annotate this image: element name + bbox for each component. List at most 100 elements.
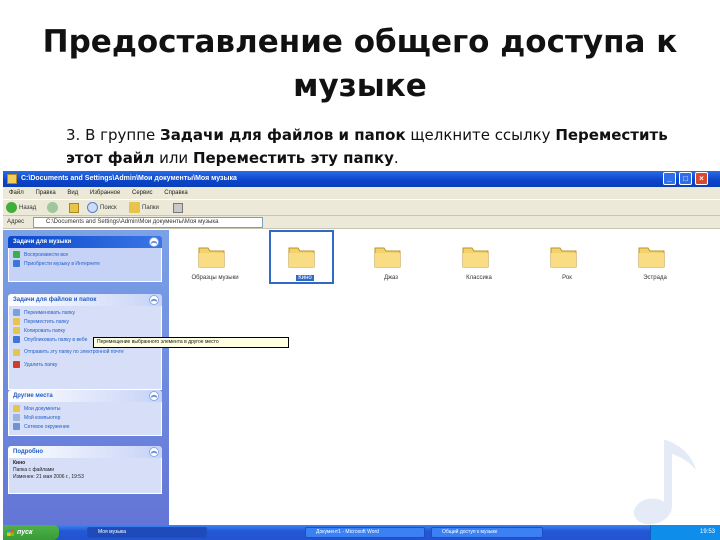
menu-tools[interactable]: Сервис bbox=[132, 187, 153, 199]
folder-label: Кино bbox=[265, 275, 345, 281]
folder-icon bbox=[288, 247, 315, 268]
file-tasks-header[interactable]: Задачи для файлов и папок ︽ bbox=[8, 294, 162, 306]
file-tasks-title: Задачи для файлов и папок bbox=[13, 297, 97, 303]
folder-icon bbox=[462, 247, 489, 268]
folder-item[interactable]: Образцы музыки bbox=[175, 230, 255, 288]
folder-icon bbox=[7, 174, 17, 184]
start-button[interactable]: пуск bbox=[3, 525, 59, 540]
taskbar: пуск Моя музыка Документ1 - Microsoft Wo… bbox=[3, 525, 720, 540]
collapse-chevron-icon[interactable]: ︽ bbox=[149, 391, 159, 401]
music-tasks-panel: Задачи для музыки ︽ Воспроизвести все Пр… bbox=[8, 236, 162, 282]
window-title: C:\Documents and Settings\Admin\Мои доку… bbox=[21, 175, 237, 182]
place-my-documents[interactable]: Мои документы bbox=[13, 404, 157, 413]
forward-button[interactable] bbox=[47, 202, 60, 214]
move-tooltip: Перемещение выбранного элемента в другое… bbox=[93, 337, 289, 348]
views-icon[interactable] bbox=[173, 203, 183, 213]
folders-icon bbox=[129, 202, 140, 213]
task-rename[interactable]: Переименовать папку bbox=[13, 308, 157, 317]
details-panel: Подробно ︽ Кино Папка с файлами Изменен:… bbox=[8, 446, 162, 494]
search-icon bbox=[87, 202, 98, 213]
folders-button[interactable]: Папки bbox=[129, 202, 159, 214]
window-titlebar[interactable]: C:\Documents and Settings\Admin\Мои доку… bbox=[3, 171, 720, 187]
back-button[interactable]: Назад bbox=[6, 202, 36, 214]
folder-icon bbox=[374, 247, 401, 268]
place-label: Мой компьютер bbox=[24, 414, 61, 421]
delete-icon bbox=[13, 361, 20, 368]
close-button[interactable]: × bbox=[695, 172, 708, 185]
place-network[interactable]: Сетевое окружение bbox=[13, 422, 157, 431]
place-label: Мои документы bbox=[24, 405, 61, 412]
folder-icon bbox=[550, 247, 577, 268]
toolbar: Назад Поиск Папки bbox=[3, 199, 720, 216]
my-documents-icon bbox=[13, 405, 20, 412]
search-label: Поиск bbox=[100, 205, 117, 212]
windows-flag-icon bbox=[7, 529, 14, 536]
task-label: Удалить папку bbox=[24, 361, 58, 368]
music-tasks-title: Задачи для музыки bbox=[13, 239, 72, 245]
details-header[interactable]: Подробно ︽ bbox=[8, 446, 162, 458]
folder-item[interactable]: Классика bbox=[439, 230, 519, 288]
task-label: Переименовать папку bbox=[24, 309, 75, 316]
rename-icon bbox=[13, 309, 20, 316]
taskbar-task[interactable]: Моя музыка bbox=[87, 527, 207, 538]
other-places-body: Мои документы Мой компьютер Сетевое окру… bbox=[8, 402, 162, 436]
taskbar-task[interactable]: Документ1 - Microsoft Word bbox=[305, 527, 425, 538]
task-shop-music[interactable]: Приобрести музыку в Интернете bbox=[13, 259, 157, 268]
menu-view[interactable]: Вид bbox=[67, 187, 78, 199]
task-label: Приобрести музыку в Интернете bbox=[24, 260, 100, 267]
caption-text: . bbox=[393, 149, 399, 167]
start-label: пуск bbox=[17, 529, 33, 536]
caption-text: или bbox=[154, 149, 193, 167]
task-copy[interactable]: Копировать папку bbox=[13, 326, 157, 335]
task-label: Опубликовать папку в вебе bbox=[24, 336, 88, 343]
email-icon bbox=[13, 348, 20, 356]
place-label: Сетевое окружение bbox=[24, 423, 70, 430]
folder-label: Образцы музыки bbox=[191, 275, 239, 281]
slide-title: Предоставление общего доступа к музыке bbox=[42, 24, 678, 104]
caption-group-name: Задачи для файлов и папок bbox=[160, 126, 406, 144]
task-label: Переместить папку bbox=[24, 318, 69, 325]
menu-help[interactable]: Справка bbox=[164, 187, 188, 199]
globe-icon bbox=[13, 260, 20, 267]
back-label: Назад bbox=[19, 205, 37, 212]
task-delete[interactable]: Удалить папку bbox=[13, 360, 157, 369]
folder-item[interactable]: Эстрада bbox=[615, 230, 695, 288]
details-name: Кино bbox=[13, 460, 26, 466]
folder-item-selected[interactable]: Кино bbox=[265, 230, 345, 288]
caption-text: щелкните ссылку bbox=[405, 126, 556, 144]
search-button[interactable]: Поиск bbox=[87, 202, 117, 214]
collapse-chevron-icon[interactable]: ︽ bbox=[149, 237, 159, 247]
task-play-all[interactable]: Воспроизвести все bbox=[13, 250, 157, 259]
address-bar: Адрес C:\Documents and Settings\Admin\Мо… bbox=[3, 216, 720, 229]
clock: 19:53 bbox=[699, 529, 715, 535]
task-move[interactable]: Переместить папку bbox=[13, 317, 157, 326]
details-body: Кино Папка с файлами Изменен: 21 мая 200… bbox=[8, 458, 162, 494]
task-label: Воспроизвести все bbox=[24, 251, 69, 258]
collapse-chevron-icon[interactable]: ︽ bbox=[149, 447, 159, 457]
task-pane: Задачи для музыки ︽ Воспроизвести все Пр… bbox=[3, 230, 169, 525]
computer-icon bbox=[13, 414, 20, 421]
menu-edit[interactable]: Правка bbox=[35, 187, 55, 199]
details-modified: Изменен: 21 мая 2006 г., 19:53 bbox=[13, 474, 84, 480]
address-field[interactable]: C:\Documents and Settings\Admin\Мои доку… bbox=[33, 217, 263, 228]
details-title: Подробно bbox=[13, 449, 44, 455]
minimize-button[interactable]: _ bbox=[663, 172, 676, 185]
other-places-header[interactable]: Другие места ︽ bbox=[8, 390, 162, 402]
copy-icon bbox=[13, 327, 20, 334]
collapse-chevron-icon[interactable]: ︽ bbox=[149, 295, 159, 305]
music-tasks-body: Воспроизвести все Приобрести музыку в Ин… bbox=[8, 248, 162, 282]
up-folder-icon[interactable] bbox=[69, 203, 79, 213]
folders-label: Папки bbox=[142, 205, 159, 212]
music-tasks-header[interactable]: Задачи для музыки ︽ bbox=[8, 236, 162, 248]
maximize-button[interactable]: □ bbox=[679, 172, 692, 185]
folder-icon bbox=[638, 247, 665, 268]
caption-text: 3. В группе bbox=[66, 126, 161, 144]
folder-item[interactable]: Джаз bbox=[351, 230, 431, 288]
menu-file[interactable]: Файл bbox=[9, 187, 24, 199]
place-my-computer[interactable]: Мой компьютер bbox=[13, 413, 157, 422]
folder-item[interactable]: Рок bbox=[527, 230, 607, 288]
taskbar-task[interactable]: Общий доступ к музыке bbox=[431, 527, 543, 538]
other-places-panel: Другие места ︽ Мои документы Мой компьют… bbox=[8, 390, 162, 436]
details-type: Папка с файлами bbox=[13, 467, 55, 473]
menu-favorites[interactable]: Избранное bbox=[90, 187, 120, 199]
